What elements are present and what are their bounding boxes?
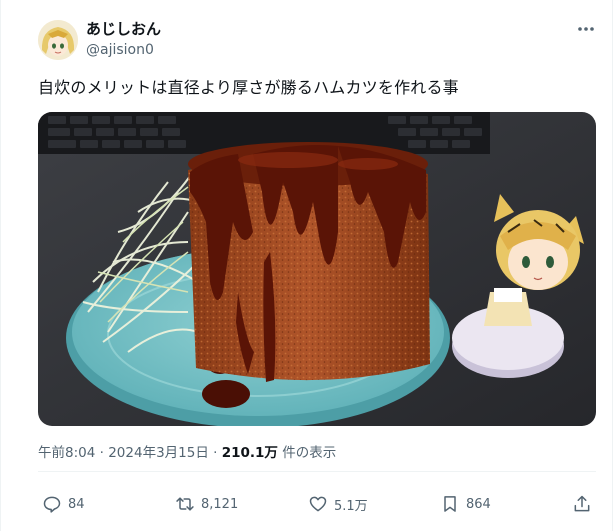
views-count: 210.1万 bbox=[221, 445, 278, 461]
reply-button[interactable]: 84 bbox=[42, 493, 85, 515]
tweet-date[interactable]: 2024年3月15日 bbox=[108, 445, 209, 461]
display-name[interactable]: あじしおん bbox=[86, 19, 161, 39]
left-border bbox=[0, 0, 1, 531]
handle[interactable]: @ajision0 bbox=[86, 40, 154, 60]
share-icon bbox=[574, 495, 590, 512]
meta-separator: · bbox=[99, 445, 104, 461]
reply-icon bbox=[43, 496, 61, 513]
reply-count: 84 bbox=[68, 496, 85, 512]
views-label: 件の表示 bbox=[282, 445, 337, 461]
tweet-text: 自炊のメリットは直径より厚さが勝るハムカツを作れる事 bbox=[38, 78, 459, 97]
tweet-photo[interactable] bbox=[38, 112, 596, 426]
divider bbox=[38, 471, 596, 472]
more-icon bbox=[578, 27, 594, 31]
like-count: 5.1万 bbox=[334, 498, 368, 514]
tweet-time[interactable]: 午前8:04 bbox=[38, 445, 95, 461]
bookmark-icon bbox=[444, 496, 456, 512]
right-border bbox=[612, 0, 613, 531]
more-button[interactable] bbox=[573, 20, 599, 38]
repost-count: 8,121 bbox=[201, 496, 239, 512]
share-button[interactable] bbox=[572, 493, 598, 515]
meta-separator: · bbox=[213, 445, 218, 461]
avatar[interactable] bbox=[38, 20, 78, 60]
like-button[interactable]: 5.1万 bbox=[308, 493, 368, 515]
bookmark-button[interactable]: 864 bbox=[440, 493, 491, 515]
tweet-meta: 午前8:04 · 2024年3月15日 · 210.1万 件の表示 bbox=[38, 443, 336, 463]
repost-icon bbox=[176, 497, 194, 511]
bookmark-count: 864 bbox=[466, 496, 491, 512]
repost-button[interactable]: 8,121 bbox=[175, 493, 238, 515]
like-icon bbox=[309, 496, 327, 512]
